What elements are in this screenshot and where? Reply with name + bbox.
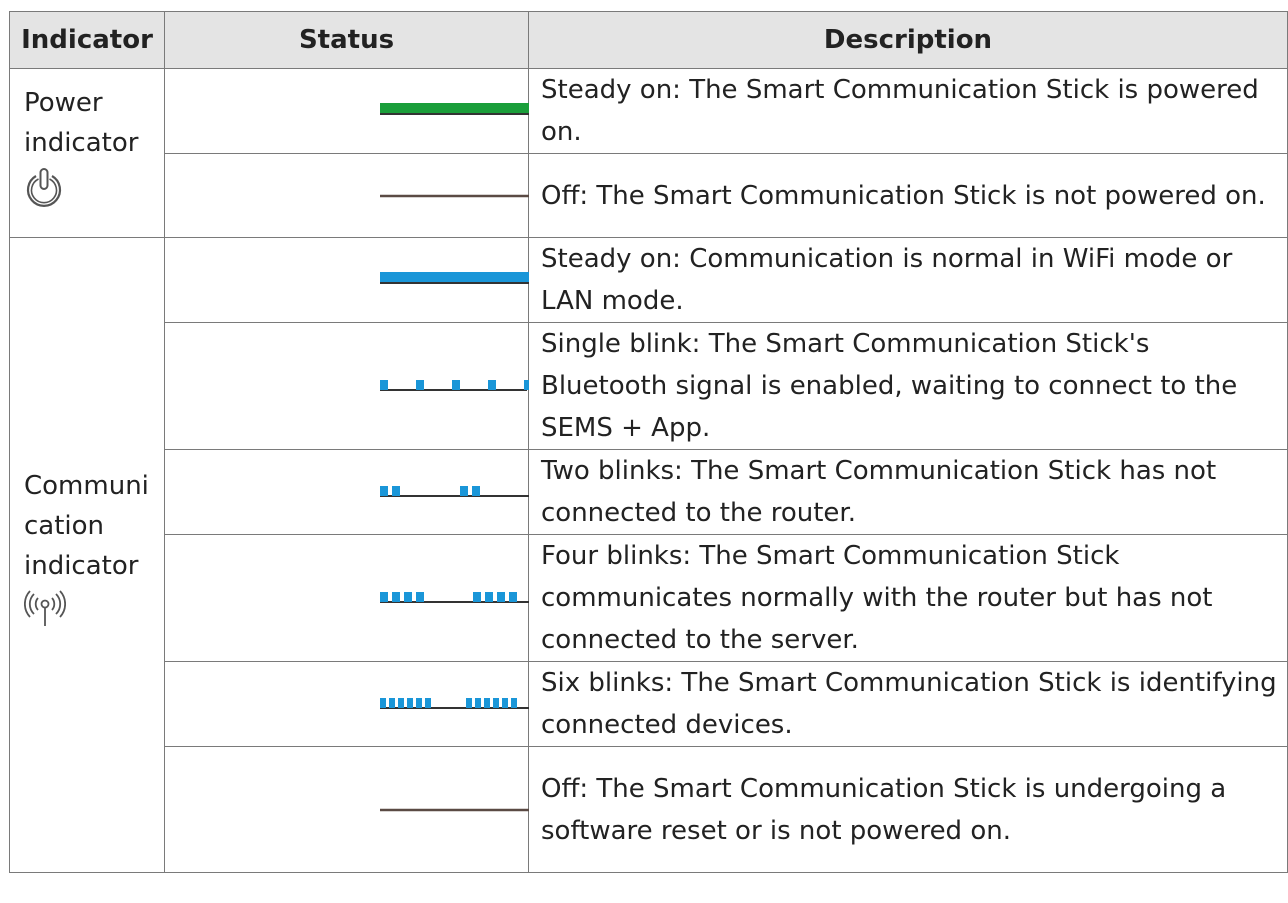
led-blink-pulse bbox=[392, 592, 400, 602]
power-indicator-cell: Power indicator bbox=[9, 68, 165, 238]
led-blink-pulse bbox=[416, 592, 424, 602]
status-pattern bbox=[164, 68, 529, 154]
table-row: Off: The Smart Communication Stick is no… bbox=[10, 153, 1288, 238]
table-row: Communi cation indicator Steady on: Comm… bbox=[9, 237, 1288, 873]
header-row: Indicator Status Description bbox=[9, 11, 1288, 69]
row-description: Single blink: The Smart Communication St… bbox=[528, 322, 1288, 450]
row-description: Two blinks: The Smart Communication Stic… bbox=[528, 449, 1288, 535]
led-blink-pulse bbox=[380, 486, 388, 496]
table-row: Single blink: The Smart Communication St… bbox=[10, 322, 1288, 450]
table-row: Power indicator Steady on: The Smart Com… bbox=[9, 68, 1288, 238]
led-blink-pulse bbox=[511, 698, 517, 708]
led-blink-pulse bbox=[475, 698, 481, 708]
led-blink-pulse bbox=[398, 698, 404, 708]
led-blink-pulse bbox=[460, 486, 468, 496]
communication-indicator-cell: Communi cation indicator bbox=[9, 237, 165, 873]
row-description: Steady on: Communication is normal in Wi… bbox=[528, 237, 1288, 323]
wireless-signal-icon bbox=[23, 590, 164, 644]
led-blink-pulse bbox=[380, 698, 386, 708]
led-blink-pulse bbox=[473, 592, 481, 602]
header-indicator: Indicator bbox=[9, 11, 165, 69]
led-steady-bar bbox=[380, 272, 529, 283]
status-pattern bbox=[164, 746, 529, 873]
led-blink-pulse bbox=[380, 380, 388, 390]
led-blink-pulse bbox=[466, 698, 472, 708]
row-description: Four blinks: The Smart Communication Sti… bbox=[528, 534, 1288, 662]
header-status: Status bbox=[164, 11, 529, 69]
status-pattern bbox=[164, 322, 529, 450]
communication-indicator-label: Communi cation indicator bbox=[24, 471, 149, 581]
led-blink-pulse bbox=[380, 592, 388, 602]
led-blink-pulse bbox=[497, 592, 505, 602]
led-blink-pulse bbox=[416, 380, 424, 390]
led-blink-pulse bbox=[502, 698, 508, 708]
led-blink-pulse bbox=[389, 698, 395, 708]
table-row: Two blinks: The Smart Communication Stic… bbox=[10, 449, 1288, 535]
led-blink-pulse bbox=[484, 698, 490, 708]
row-description: Six blinks: The Smart Communication Stic… bbox=[528, 661, 1288, 747]
power-indicator-label: Power indicator bbox=[24, 88, 139, 158]
table-row: Off: The Smart Communication Stick is un… bbox=[10, 746, 1288, 873]
led-blink-pulse bbox=[509, 592, 517, 602]
status-pattern bbox=[164, 237, 529, 323]
row-description: Steady on: The Smart Communication Stick… bbox=[528, 68, 1288, 154]
led-blink-pulse bbox=[524, 380, 529, 390]
status-pattern bbox=[164, 153, 529, 238]
status-pattern bbox=[164, 534, 529, 662]
led-blink-pulse bbox=[488, 380, 496, 390]
led-blink-pulse bbox=[425, 698, 431, 708]
header-description: Description bbox=[528, 11, 1288, 69]
led-blink-pulse bbox=[416, 698, 422, 708]
led-blink-pulse bbox=[407, 698, 413, 708]
status-pattern bbox=[164, 661, 529, 747]
table-row: Six blinks: The Smart Communication Stic… bbox=[10, 661, 1288, 747]
led-blink-pulse bbox=[493, 698, 499, 708]
led-blink-pulse bbox=[452, 380, 460, 390]
status-pattern bbox=[164, 449, 529, 535]
row-description: Off: The Smart Communication Stick is no… bbox=[528, 153, 1288, 238]
led-blink-pulse bbox=[404, 592, 412, 602]
led-steady-bar bbox=[380, 103, 529, 114]
row-description: Off: The Smart Communication Stick is un… bbox=[528, 746, 1288, 873]
led-blink-pulse bbox=[472, 486, 480, 496]
led-indicator-table: Indicator Status Description Power indic… bbox=[9, 11, 1288, 873]
power-icon bbox=[24, 167, 164, 223]
led-blink-pulse bbox=[392, 486, 400, 496]
table-row: Four blinks: The Smart Communication Sti… bbox=[10, 534, 1288, 662]
led-blink-pulse bbox=[485, 592, 493, 602]
